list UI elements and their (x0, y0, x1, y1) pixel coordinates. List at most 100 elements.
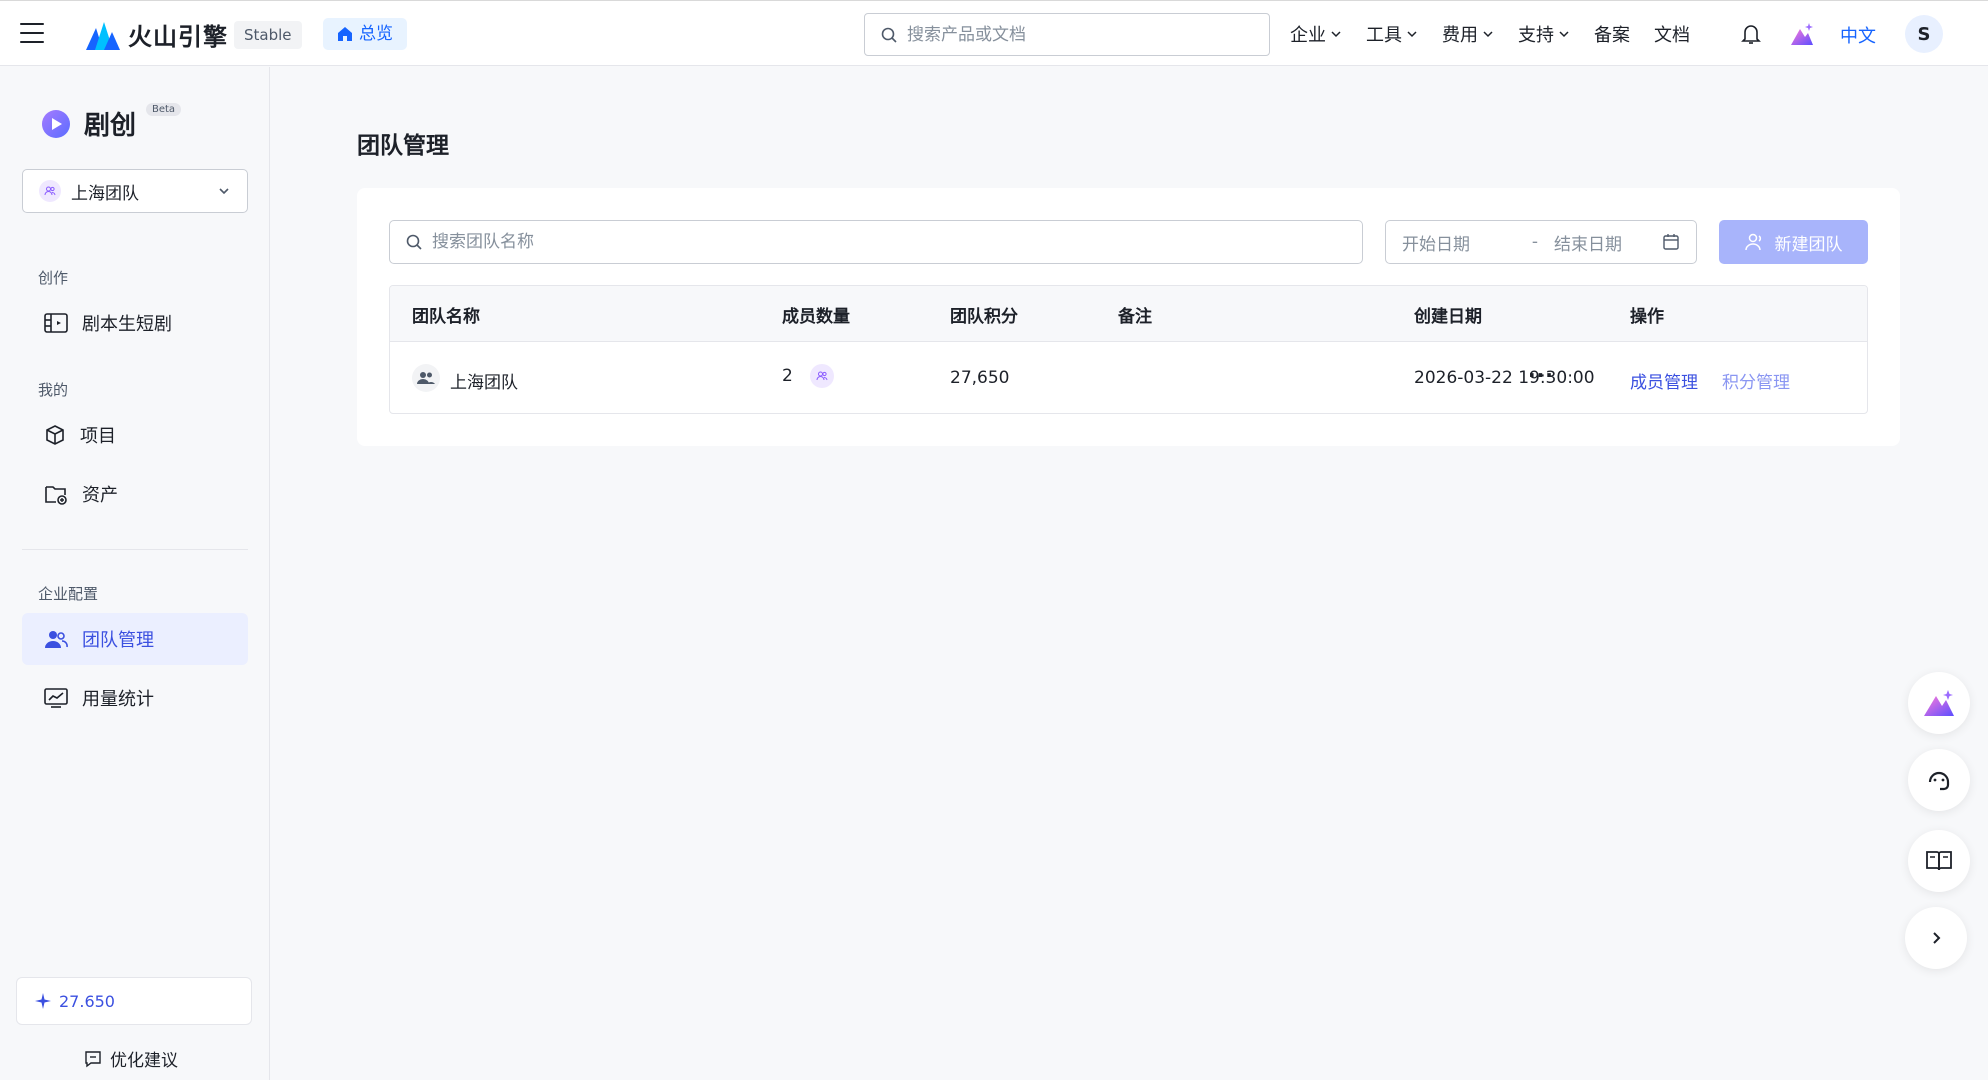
new-team-label: 新建团队 (1774, 234, 1843, 255)
team-icon (45, 631, 68, 648)
team-search-input[interactable] (432, 232, 1332, 252)
sidebar-item-label: 资产 (82, 485, 118, 506)
feedback-button[interactable]: 优化建议 (84, 1046, 178, 1071)
section-mine: 我的 (38, 381, 69, 399)
header-created-date: 创建日期 (1414, 307, 1482, 327)
sidebar-item-label: 项目 (80, 426, 116, 447)
chevron-down-icon (1483, 31, 1493, 38)
members-icon (810, 364, 835, 388)
top-bar: 火山引擎 Stable 总览 企业 工具 费用 支持 备案 (0, 0, 1988, 66)
ai-assistant-icon[interactable] (1789, 21, 1815, 47)
language-switch[interactable]: 中文 (1840, 22, 1876, 48)
support-float-button[interactable] (1908, 749, 1970, 811)
search-icon (406, 234, 422, 250)
member-count-value: 2 (782, 366, 793, 386)
header-note: 备注 (1118, 307, 1152, 327)
new-team-button[interactable]: 新建团队 (1719, 220, 1868, 264)
table-header: 团队名称 成员数量 团队积分 备注 创建日期 操作 (390, 286, 1867, 342)
sidebar-item-label: 剧本生短剧 (82, 314, 172, 335)
calendar-icon (1663, 234, 1679, 250)
points-management-link[interactable]: 积分管理 (1722, 368, 1790, 393)
nav-docs[interactable]: 文档 (1654, 21, 1690, 47)
team-select[interactable]: 上海团队 (22, 169, 248, 213)
chevron-right-icon (1933, 932, 1941, 944)
date-range-picker[interactable]: 开始日期 - 结束日期 (1385, 220, 1697, 264)
sidebar-item-usage-stats[interactable]: 用量统计 (22, 672, 248, 724)
hamburger-menu-icon[interactable] (20, 23, 44, 43)
sidebar-item-projects[interactable]: 项目 (22, 409, 248, 461)
more-actions-icon[interactable]: ··· (1528, 365, 1554, 385)
team-select-label: 上海团队 (71, 183, 139, 204)
credits-value: 27.650 (59, 991, 115, 1011)
header-team-points: 团队积分 (950, 307, 1018, 327)
bell-icon[interactable] (1741, 23, 1761, 45)
header-member-count: 成员数量 (782, 307, 850, 327)
top-search-input[interactable] (907, 24, 1247, 45)
book-open-icon (1926, 851, 1952, 871)
add-team-icon (1744, 233, 1761, 251)
app-name: 剧创 (84, 111, 137, 141)
sidebar-divider (22, 549, 248, 550)
sidebar-item-team-management[interactable]: 团队管理 (22, 613, 248, 665)
chevron-down-icon (1331, 31, 1341, 38)
nav-support-label: 支持 (1518, 25, 1554, 46)
header-team-name: 团队名称 (412, 307, 480, 327)
docs-float-button[interactable] (1908, 830, 1970, 892)
table-row: 上海团队 2 27,650 2026-03-22 19:30:00 成员管理 积… (390, 342, 1867, 413)
team-name-cell: 上海团队 (450, 373, 518, 393)
monitor-chart-icon (44, 688, 68, 708)
nav-tools[interactable]: 工具 (1366, 21, 1418, 47)
play-logo-icon (42, 109, 70, 138)
sidebar-item-assets[interactable]: 资产 (22, 468, 248, 520)
page-title: 团队管理 (357, 133, 449, 159)
sidebar: 剧创 Beta 上海团队 创作 剧本生短剧 我的 项目 资产 企业配置 团队管理… (0, 67, 270, 1080)
team-icon (39, 180, 61, 202)
credits-balance[interactable]: 27.650 (16, 977, 252, 1025)
nav-enterprise[interactable]: 企业 (1290, 21, 1342, 47)
start-date-input[interactable]: 开始日期 (1402, 230, 1522, 255)
ai-float-button[interactable] (1908, 672, 1970, 734)
home-icon (338, 27, 352, 41)
team-search-box[interactable] (389, 220, 1363, 264)
team-points-cell: 27,650 (950, 368, 1010, 388)
brand-logo[interactable]: 火山引擎 (86, 17, 228, 52)
overview-button[interactable]: 总览 (323, 18, 407, 50)
app-logo[interactable]: 剧创 (40, 105, 136, 142)
created-date-cell: 2026-03-22 19:30:00 (1414, 368, 1595, 388)
team-table: 团队名称 成员数量 团队积分 备注 创建日期 操作 上海团队 2 27,650 … (389, 285, 1868, 414)
sidebar-item-label: 团队管理 (82, 630, 154, 651)
search-icon (881, 27, 897, 43)
nav-filing[interactable]: 备案 (1594, 21, 1630, 47)
chevron-down-icon (1407, 31, 1417, 38)
headset-icon (1928, 771, 1950, 791)
sidebar-item-script-drama[interactable]: 剧本生短剧 (22, 297, 248, 349)
nav-enterprise-label: 企业 (1290, 25, 1326, 46)
stable-tag[interactable]: Stable (234, 21, 302, 49)
beta-badge: Beta (146, 103, 182, 116)
nav-support[interactable]: 支持 (1518, 21, 1570, 47)
folder-plus-icon (45, 486, 67, 505)
date-separator: - (1531, 232, 1539, 252)
nav-billing-label: 费用 (1442, 25, 1478, 46)
users-icon (412, 364, 440, 392)
volcano-logo-icon (86, 21, 120, 50)
nav-billing[interactable]: 费用 (1442, 21, 1494, 47)
overview-label: 总览 (359, 24, 393, 44)
sparkle-icon (35, 993, 51, 1009)
end-date-input[interactable]: 结束日期 (1548, 230, 1662, 255)
nav-tools-label: 工具 (1366, 25, 1402, 46)
user-avatar[interactable]: S (1905, 15, 1943, 53)
message-icon (85, 1050, 101, 1067)
team-card: 开始日期 - 结束日期 新建团队 团队名称 成员数量 团队积分 备注 创建日期 … (357, 188, 1900, 446)
member-count-cell: 2 (782, 364, 835, 388)
top-search-box[interactable] (864, 13, 1270, 56)
member-management-link[interactable]: 成员管理 (1630, 368, 1698, 393)
film-board-icon (44, 313, 68, 333)
section-create: 创作 (38, 269, 69, 287)
chevron-down-icon (219, 188, 229, 195)
feedback-label: 优化建议 (110, 1051, 178, 1071)
expand-float-button[interactable] (1905, 907, 1967, 969)
cube-icon (46, 425, 64, 445)
sidebar-item-label: 用量统计 (82, 689, 154, 710)
top-nav: 企业 工具 费用 支持 备案 文档 (1290, 21, 1714, 47)
